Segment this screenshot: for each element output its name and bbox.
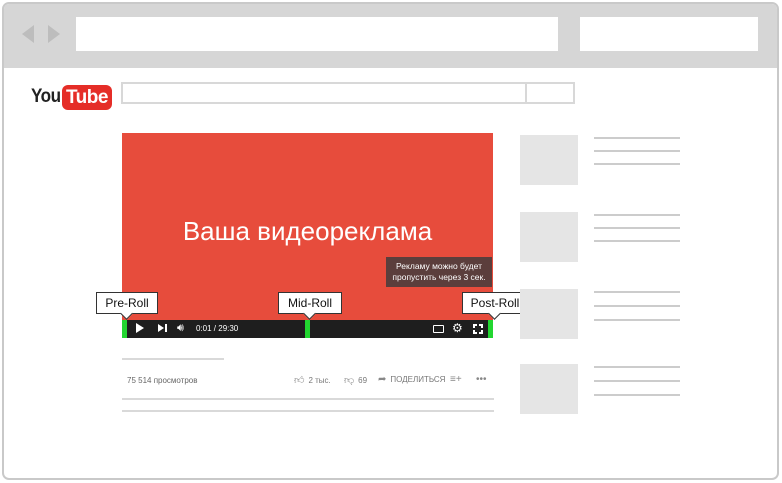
- mid-roll-label: Mid-Roll: [278, 292, 342, 314]
- add-to-playlist-icon: ≡+: [450, 374, 462, 385]
- skip-ad-notice: Рекламу можно будет пропустить через 3 с…: [386, 257, 492, 287]
- video-ad-title: Ваша видеореклама: [182, 216, 433, 246]
- related-video-thumbnail[interactable]: [520, 364, 578, 414]
- related-video-text-line: [594, 214, 680, 216]
- search-input[interactable]: [121, 82, 527, 104]
- add-to-playlist-button[interactable]: ≡+: [450, 374, 462, 385]
- time-display: 0:01 / 29:30: [196, 324, 239, 333]
- video-title-placeholder: [122, 358, 224, 360]
- related-video-thumbnail[interactable]: [520, 212, 578, 262]
- related-video-text-line: [594, 305, 680, 307]
- address-bar[interactable]: [76, 17, 558, 51]
- related-video-text-line: [594, 227, 680, 229]
- pre-roll-label: Pre-Roll: [96, 292, 158, 314]
- thumbs-down-icon: 👎︎: [344, 375, 355, 386]
- next-icon[interactable]: [158, 323, 168, 333]
- search-button[interactable]: [525, 82, 575, 104]
- more-actions-button[interactable]: •••: [476, 374, 487, 385]
- related-video-thumbnail[interactable]: [520, 289, 578, 339]
- description-placeholder: [122, 410, 494, 412]
- subtitles-icon[interactable]: [433, 325, 444, 333]
- back-arrow-icon[interactable]: [22, 25, 34, 43]
- thumbs-up-icon: 👍︎: [294, 375, 305, 386]
- related-video-text-line: [594, 137, 680, 139]
- related-video-text-line: [594, 394, 680, 396]
- related-video-text-line: [594, 150, 680, 152]
- volume-icon[interactable]: 🔊︎: [177, 322, 184, 334]
- dislike-count: 69: [358, 375, 368, 385]
- logo-tube: Tube: [61, 84, 112, 110]
- share-button[interactable]: ➦ ПОДЕЛИТЬСЯ: [378, 374, 445, 385]
- post-roll-label: Post-Roll: [462, 292, 528, 314]
- forward-arrow-icon[interactable]: [48, 25, 60, 43]
- share-label: ПОДЕЛИТЬСЯ: [390, 375, 446, 384]
- youtube-logo[interactable]: You Tube: [31, 84, 112, 110]
- related-video-text-line: [594, 380, 680, 382]
- fullscreen-icon[interactable]: [473, 324, 483, 334]
- related-video-text-line: [594, 319, 680, 321]
- like-button[interactable]: 👍︎ 2 тыс.: [294, 374, 331, 386]
- play-icon[interactable]: [136, 323, 144, 333]
- related-video-text-line: [594, 163, 680, 165]
- mid-roll-marker: [305, 320, 310, 338]
- browser-search-box[interactable]: [580, 17, 758, 51]
- related-video-text-line: [594, 291, 680, 293]
- related-video-text-line: [594, 366, 680, 368]
- pre-roll-marker: [122, 320, 127, 338]
- more-icon: •••: [476, 374, 487, 385]
- view-count: 75 514 просмотров: [127, 376, 198, 385]
- related-video-text-line: [594, 240, 680, 242]
- description-placeholder: [122, 398, 494, 400]
- browser-toolbar: [4, 4, 777, 68]
- logo-you: You: [31, 86, 61, 107]
- like-count: 2 тыс.: [308, 375, 331, 385]
- share-arrow-icon: ➦: [378, 374, 387, 385]
- post-roll-marker: [488, 320, 493, 338]
- related-video-thumbnail[interactable]: [520, 135, 578, 185]
- gear-icon[interactable]: ⚙: [452, 321, 463, 335]
- dislike-button[interactable]: 👎︎ 69: [344, 374, 367, 386]
